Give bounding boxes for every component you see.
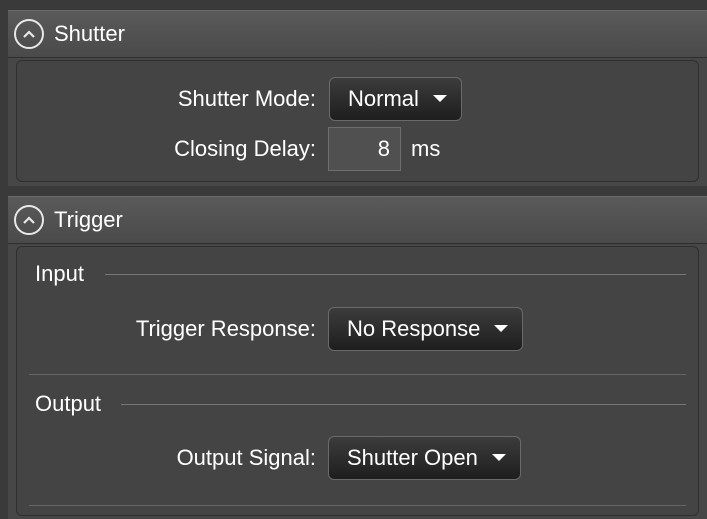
shutter-panel: Shutter Shutter Mode: Normal Closing Del… — [8, 10, 707, 186]
output-section-separator — [29, 505, 686, 506]
input-group-label: Input — [35, 261, 84, 286]
chevron-up-icon — [23, 30, 35, 38]
chevron-up-icon — [23, 216, 35, 224]
shutter-panel-header[interactable]: Shutter — [8, 10, 707, 58]
shutter-mode-value: Normal — [348, 86, 419, 111]
caret-down-icon — [494, 325, 509, 332]
output-signal-row: Output Signal: Shutter Open — [17, 436, 521, 480]
input-group-divider — [105, 274, 686, 275]
trigger-panel: Trigger Input Trigger Response: No Respo… — [8, 196, 707, 519]
trigger-panel-body: Input Trigger Response: No Response Outp… — [16, 246, 699, 516]
caret-down-icon — [491, 454, 506, 461]
output-signal-value: Shutter Open — [347, 445, 478, 470]
shutter-panel-body: Shutter Mode: Normal Closing Delay: ms — [16, 60, 699, 182]
trigger-collapse-button[interactable] — [14, 205, 44, 235]
shutter-panel-title: Shutter — [54, 21, 125, 46]
output-group-divider — [121, 404, 686, 405]
closing-delay-row: Closing Delay: ms — [17, 127, 440, 171]
shutter-collapse-button[interactable] — [14, 19, 44, 49]
shutter-mode-label: Shutter Mode: — [177, 86, 316, 111]
trigger-response-label: Trigger Response: — [135, 316, 316, 341]
trigger-response-value: No Response — [347, 316, 481, 341]
trigger-panel-title: Trigger — [54, 207, 123, 232]
output-signal-dropdown[interactable]: Shutter Open — [328, 436, 521, 480]
output-signal-label: Output Signal: — [176, 445, 316, 470]
caret-down-icon — [432, 95, 447, 102]
trigger-response-row: Trigger Response: No Response — [17, 307, 524, 351]
trigger-panel-header[interactable]: Trigger — [8, 196, 707, 244]
shutter-mode-dropdown[interactable]: Normal — [329, 77, 462, 121]
input-section-separator — [29, 374, 686, 375]
trigger-response-dropdown[interactable]: No Response — [328, 307, 524, 351]
closing-delay-label: Closing Delay: — [174, 136, 316, 161]
output-group-label: Output — [35, 391, 102, 416]
closing-delay-input[interactable] — [328, 127, 401, 171]
shutter-mode-row: Shutter Mode: Normal — [17, 77, 462, 121]
closing-delay-unit: ms — [411, 136, 441, 161]
